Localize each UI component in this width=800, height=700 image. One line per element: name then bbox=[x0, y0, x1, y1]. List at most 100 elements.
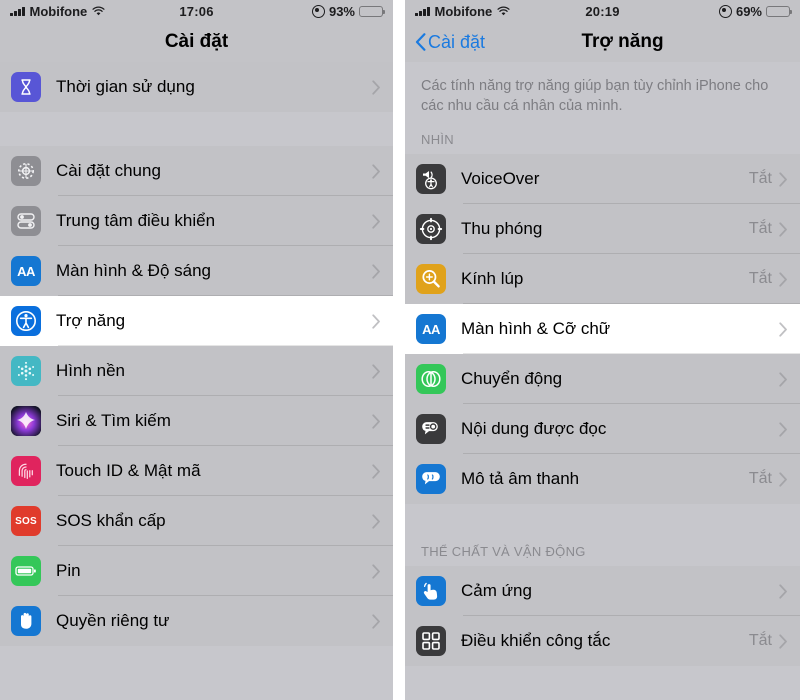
list-item-label: Trợ năng bbox=[56, 311, 126, 330]
list-item[interactable]: Thời gian sử dụng bbox=[0, 62, 393, 112]
wallpaper-icon bbox=[11, 356, 41, 386]
back-button-label: Cài đặt bbox=[428, 31, 486, 52]
chevron-right-icon bbox=[779, 583, 787, 599]
status-bar-left: Mobifone bbox=[415, 4, 585, 19]
list-item-label: VoiceOver bbox=[461, 169, 540, 188]
group-spacer bbox=[0, 112, 393, 146]
chevron-right-icon bbox=[372, 163, 380, 179]
touch-icon bbox=[416, 576, 446, 606]
settings-group: Cài đặt chung Trung tâm điều khiển AA Màn h… bbox=[0, 146, 393, 646]
settings-list[interactable]: Thời gian sử dụng Cài đặt chung Trung tâm … bbox=[0, 62, 393, 646]
chevron-right-icon bbox=[372, 363, 380, 379]
section-header: NHÌN bbox=[405, 126, 800, 154]
right-status-bar: Mobifone 20:19 69% bbox=[405, 0, 800, 22]
list-item[interactable]: Trợ năng bbox=[0, 296, 393, 346]
list-item-value: Tắt bbox=[748, 470, 772, 487]
list-item-value: Tắt bbox=[748, 170, 772, 187]
list-item[interactable]: AA Màn hình & Cỡ chữ bbox=[405, 304, 800, 354]
clock-label: 20:19 bbox=[585, 3, 620, 19]
left-phone-screen: Mobifone 17:06 93% Cài đặt Thời gian sử … bbox=[0, 0, 393, 700]
list-item-label: Pin bbox=[56, 561, 81, 580]
battery-icon bbox=[359, 5, 386, 17]
chevron-right-icon bbox=[779, 321, 787, 337]
chevron-right-icon bbox=[779, 271, 787, 287]
page-title: Cài đặt bbox=[164, 31, 229, 52]
hourglass-icon bbox=[11, 72, 41, 102]
list-item[interactable]: Mô tả âm thanh Tắt bbox=[405, 454, 800, 504]
list-item[interactable]: Siri & Tìm kiếm bbox=[0, 396, 393, 446]
display-brightness-icon: AA bbox=[11, 256, 41, 286]
list-item-label: Siri & Tìm kiếm bbox=[56, 411, 171, 430]
siri-icon bbox=[11, 406, 41, 436]
accessibility-icon bbox=[11, 306, 41, 336]
list-item[interactable]: AA Màn hình & Độ sáng bbox=[0, 246, 393, 296]
audio-description-icon bbox=[416, 464, 446, 494]
list-item-label: Quyền riêng tư bbox=[56, 611, 170, 630]
list-item[interactable]: Cảm ứng bbox=[405, 566, 800, 616]
list-item[interactable]: VoiceOver Tắt bbox=[405, 154, 800, 204]
list-item-value: Tắt bbox=[748, 632, 772, 649]
clock-label: 17:06 bbox=[179, 3, 214, 19]
list-item[interactable]: SOS SOS khẩn cấp bbox=[0, 496, 393, 546]
status-bar-left: Mobifone bbox=[10, 4, 179, 19]
list-item[interactable]: Thu phóng Tắt bbox=[405, 204, 800, 254]
cellular-signal-icon bbox=[415, 6, 430, 16]
right-nav-bar: Cài đặt Trợ năng bbox=[405, 22, 800, 62]
list-item[interactable]: Quyền riêng tư bbox=[0, 596, 393, 646]
list-item-label: Cảm ứng bbox=[461, 581, 532, 600]
accessibility-list[interactable]: NHÌN VoiceOver Tắt Thu phóng Tắt Kính lúp Tắt A… bbox=[405, 126, 800, 666]
battery-icon bbox=[11, 556, 41, 586]
list-item[interactable]: Kính lúp Tắt bbox=[405, 254, 800, 304]
section-header: THỂ CHẤT VÀ VẬN ĐỘNG bbox=[405, 538, 800, 566]
list-item-label: Thu phóng bbox=[461, 219, 543, 238]
switch-control-icon bbox=[416, 626, 446, 656]
list-item[interactable]: Cài đặt chung bbox=[0, 146, 393, 196]
status-bar-right: 69% bbox=[620, 4, 793, 19]
chevron-right-icon bbox=[372, 263, 380, 279]
wifi-icon bbox=[497, 6, 510, 16]
privacy-hand-icon bbox=[11, 606, 41, 636]
cellular-signal-icon bbox=[10, 6, 25, 16]
list-item-label: Mô tả âm thanh bbox=[461, 469, 580, 488]
chevron-right-icon bbox=[372, 413, 380, 429]
magnifier-icon bbox=[416, 264, 446, 294]
chevron-right-icon bbox=[372, 463, 380, 479]
list-item-label: Nội dung được đọc bbox=[461, 419, 607, 438]
list-item[interactable]: Pin bbox=[0, 546, 393, 596]
list-item[interactable]: Trung tâm điều khiển bbox=[0, 196, 393, 246]
chevron-right-icon bbox=[372, 79, 380, 95]
carrier-label: Mobifone bbox=[434, 3, 493, 19]
chevron-right-icon bbox=[779, 633, 787, 649]
list-item-value: Tắt bbox=[748, 220, 772, 237]
back-button[interactable]: Cài đặt bbox=[415, 32, 485, 53]
chevron-right-icon bbox=[779, 421, 787, 437]
location-services-icon bbox=[311, 4, 325, 18]
list-item[interactable]: Chuyển động bbox=[405, 354, 800, 404]
panel-divider bbox=[393, 0, 405, 700]
spoken-content-icon bbox=[416, 414, 446, 444]
fingerprint-icon bbox=[11, 456, 41, 486]
list-item[interactable]: Điều khiển công tắc Tắt bbox=[405, 616, 800, 666]
chevron-right-icon bbox=[372, 313, 380, 329]
list-item-value: Tắt bbox=[748, 270, 772, 287]
list-item-label: Touch ID & Mật mã bbox=[56, 461, 201, 480]
list-item-label: Điều khiển công tắc bbox=[461, 631, 611, 650]
chevron-right-icon bbox=[372, 613, 380, 629]
chevron-right-icon bbox=[779, 371, 787, 387]
accessibility-description: Các tính năng trợ năng giúp bạn tùy chỉn… bbox=[405, 62, 800, 126]
zoom-icon bbox=[416, 214, 446, 244]
list-item[interactable]: Nội dung được đọc bbox=[405, 404, 800, 454]
list-item-label: SOS khẩn cấp bbox=[56, 511, 166, 530]
chevron-right-icon bbox=[372, 513, 380, 529]
location-services-icon bbox=[718, 4, 732, 18]
list-item-label: Màn hình & Độ sáng bbox=[56, 261, 211, 280]
list-item[interactable]: Touch ID & Mật mã bbox=[0, 446, 393, 496]
dual-phone-screenshot: Mobifone 17:06 93% Cài đặt Thời gian sử … bbox=[0, 0, 800, 700]
carrier-label: Mobifone bbox=[29, 3, 88, 19]
list-item-label: Kính lúp bbox=[461, 269, 524, 288]
wifi-icon bbox=[92, 6, 105, 16]
group-spacer bbox=[405, 504, 800, 538]
status-bar-right: 93% bbox=[214, 4, 386, 19]
display-text-size-icon: AA bbox=[416, 314, 446, 344]
list-item[interactable]: Hình nền bbox=[0, 346, 393, 396]
